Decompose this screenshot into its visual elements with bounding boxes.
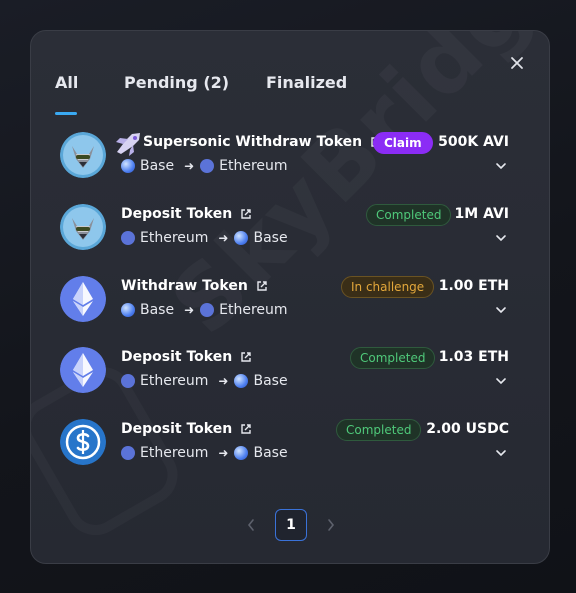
ethereum-icon [60, 276, 106, 322]
wolf-avatar [60, 132, 106, 178]
usdc-icon [60, 419, 106, 465]
transaction-title: Supersonic Withdraw Token [143, 134, 382, 150]
transaction-row[interactable]: Deposit Token Ethereum ➜ Base Completed … [31, 419, 549, 491]
tab-pending[interactable]: Pending (2) [124, 73, 229, 115]
chevron-down-icon[interactable] [493, 445, 509, 461]
transactions-modal: SkyBridge All Pending (2) Finalized Supe… [30, 30, 550, 564]
base-chain-icon [234, 231, 249, 245]
route-to: Base [253, 373, 288, 389]
transaction-amount: 1.03 ETH [438, 349, 509, 365]
transaction-amount: 1.00 ETH [438, 278, 509, 294]
transaction-row[interactable]: Deposit Token Ethereum ➜ Base Completed … [31, 204, 549, 276]
wolf-avatar [60, 204, 106, 250]
transaction-title: Withdraw Token [121, 278, 268, 294]
transaction-title-text: Withdraw Token [121, 278, 248, 294]
external-link-icon[interactable] [240, 351, 252, 363]
status-badge: Completed [366, 204, 452, 226]
route: Ethereum ➜ Base [121, 445, 288, 461]
arrow-right-icon: ➜ [218, 231, 229, 245]
chevron-down-icon[interactable] [493, 302, 509, 318]
transaction-title-text: Deposit Token [121, 421, 233, 437]
route: Ethereum ➜ Base [121, 230, 288, 246]
route-from: Ethereum [140, 445, 209, 461]
page-button[interactable]: 1 [275, 509, 307, 541]
route-to: Base [253, 445, 288, 461]
arrow-right-icon: ➜ [218, 446, 229, 460]
transaction-amount: 1M AVI [454, 206, 509, 222]
external-link-icon[interactable] [240, 423, 252, 435]
transaction-title: Deposit Token [121, 421, 252, 437]
base-chain-icon [121, 303, 135, 317]
transaction-title: Deposit Token [121, 349, 252, 365]
ethereum-chain-icon [121, 374, 135, 388]
jet-icon [116, 133, 140, 156]
chevron-right-icon[interactable] [325, 517, 337, 533]
base-chain-icon [234, 446, 249, 460]
transaction-row[interactable]: Supersonic Withdraw Token Base ➜ Ethereu… [31, 132, 549, 204]
route-to: Ethereum [219, 302, 288, 318]
status-badge: Completed [350, 347, 436, 369]
status-badge: Completed [336, 419, 422, 441]
route-from: Base [140, 158, 175, 174]
transaction-title: Deposit Token [121, 206, 252, 222]
chevron-down-icon[interactable] [493, 230, 509, 246]
tab-finalized[interactable]: Finalized [266, 73, 347, 115]
route: Ethereum ➜ Base [121, 373, 288, 389]
tab-all[interactable]: All [55, 73, 78, 115]
claim-button[interactable]: Claim [373, 132, 433, 154]
base-chain-icon [121, 159, 135, 173]
ethereum-chain-icon [121, 446, 135, 460]
ethereum-chain-icon [121, 231, 135, 245]
external-link-icon[interactable] [256, 280, 268, 292]
transaction-title-text: Supersonic Withdraw Token [143, 134, 363, 150]
chevron-down-icon[interactable] [493, 373, 509, 389]
transaction-row[interactable]: Deposit Token Ethereum ➜ Base Completed … [31, 347, 549, 419]
route: Base ➜ Ethereum [121, 302, 288, 318]
transaction-title-text: Deposit Token [121, 206, 233, 222]
arrow-right-icon: ➜ [184, 303, 195, 317]
route-to: Base [253, 230, 288, 246]
route-from: Base [140, 302, 175, 318]
status-badge: In challenge [341, 276, 435, 298]
route-from: Ethereum [140, 230, 209, 246]
chevron-left-icon[interactable] [245, 517, 257, 533]
base-chain-icon [234, 374, 249, 388]
pagination: 1 [31, 509, 549, 541]
route-to: Ethereum [219, 158, 288, 174]
transaction-row[interactable]: Withdraw Token Base ➜ Ethereum In challe… [31, 276, 549, 348]
arrow-right-icon: ➜ [218, 374, 229, 388]
chevron-down-icon[interactable] [493, 158, 509, 174]
arrow-right-icon: ➜ [184, 159, 195, 173]
ethereum-chain-icon [200, 159, 215, 173]
transaction-title-text: Deposit Token [121, 349, 233, 365]
transaction-amount: 500K AVI [438, 134, 509, 150]
ethereum-chain-icon [200, 303, 215, 317]
ethereum-icon [60, 347, 106, 393]
transaction-amount: 2.00 USDC [426, 421, 509, 437]
close-icon[interactable] [507, 55, 527, 75]
route-from: Ethereum [140, 373, 209, 389]
route: Base ➜ Ethereum [121, 158, 288, 174]
external-link-icon[interactable] [240, 208, 252, 220]
